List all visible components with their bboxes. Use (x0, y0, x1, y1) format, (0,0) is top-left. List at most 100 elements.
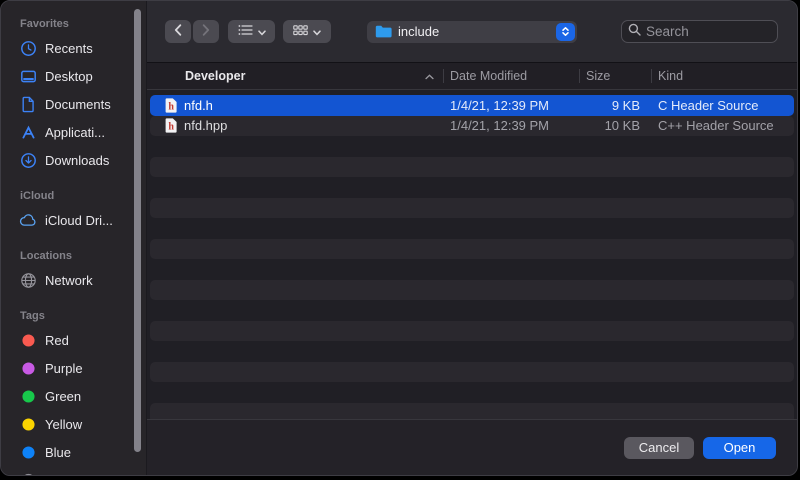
sidebar-item-network[interactable]: Network (1, 266, 146, 294)
file-date-modified: 1/4/21, 12:39 PM (443, 118, 579, 133)
empty-row (150, 403, 794, 420)
sidebar-section: Favorites Recents Desktop Documents Applicat… (1, 14, 146, 174)
sidebar: Favorites Recents Desktop Documents Applicat… (1, 1, 147, 475)
sidebar-item-green[interactable]: Green (1, 382, 146, 410)
folder-icon (374, 25, 392, 38)
empty-row (150, 157, 794, 178)
sidebar-item-label: Applicati... (45, 125, 105, 140)
empty-row (150, 259, 794, 280)
file-date-modified: 1/4/21, 12:39 PM (443, 98, 579, 113)
file-name-cell: h nfd.h (150, 98, 443, 113)
column-header-date-modified[interactable]: Date Modified (443, 63, 579, 89)
clock-icon (19, 40, 37, 57)
download-circle-icon (19, 152, 37, 169)
sidebar-section-title: Favorites (1, 14, 146, 34)
sidebar-item-downloads[interactable]: Downloads (1, 146, 146, 174)
appstore-icon (19, 124, 37, 141)
header-file-icon: h (165, 118, 177, 133)
sidebar-item-yellow[interactable]: Yellow (1, 410, 146, 438)
sidebar-item-label: iCloud Dri... (45, 213, 113, 228)
file-size: 9 KB (579, 98, 651, 113)
sidebar-scrollbar[interactable] (134, 9, 141, 452)
empty-row (150, 177, 794, 198)
empty-row (150, 341, 794, 362)
sidebar-item-label: Recents (45, 41, 93, 56)
empty-row (150, 280, 794, 301)
sidebar-item-label: Green (45, 389, 81, 404)
file-kind: C Header Source (651, 98, 794, 113)
list-view-button[interactable] (228, 20, 275, 43)
sidebar-item-label: Red (45, 333, 69, 348)
cancel-button[interactable]: Cancel (624, 437, 694, 459)
sidebar-item-label: Documents (45, 97, 111, 112)
toolbar: include (147, 1, 797, 63)
column-header-kind[interactable]: Kind (651, 63, 797, 89)
circle-outline-icon (19, 472, 37, 476)
sidebar-section-title: Locations (1, 246, 146, 266)
icon-view-button[interactable] (283, 20, 331, 43)
sidebar-section: Tags Red Purple Green Yellow Blue All Tags (1, 306, 146, 475)
sidebar-item-applicati[interactable]: Applicati... (1, 118, 146, 146)
sidebar-item-label: Blue (45, 445, 71, 460)
search-input[interactable] (646, 24, 777, 39)
sidebar-item-blue[interactable]: Blue (1, 438, 146, 466)
empty-row (150, 136, 794, 157)
chevron-left-icon (174, 24, 182, 39)
tag-dot-icon (19, 416, 37, 433)
column-header-size[interactable]: Size (579, 63, 651, 89)
back-button[interactable] (165, 20, 191, 43)
empty-row (150, 198, 794, 219)
column-label: Developer (185, 69, 245, 83)
sidebar-item-label: Downloads (45, 153, 109, 168)
file-row[interactable]: hnfd.hpp1/4/21, 12:39 PM10 KBC++ Header … (150, 116, 794, 137)
open-button[interactable]: Open (703, 437, 776, 459)
tag-dot-icon (19, 332, 37, 349)
sidebar-item-documents[interactable]: Documents (1, 90, 146, 118)
sidebar-item-icloud-dri[interactable]: iCloud Dri... (1, 206, 146, 234)
sidebar-item-desktop[interactable]: Desktop (1, 62, 146, 90)
empty-row (150, 362, 794, 383)
chevron-down-icon (313, 24, 321, 39)
file-name: nfd.h (184, 98, 213, 113)
column-header-name[interactable]: Developer (147, 63, 443, 89)
column-label: Size (586, 69, 610, 83)
globe-icon (19, 272, 37, 289)
empty-row (150, 218, 794, 239)
empty-row (150, 382, 794, 403)
sidebar-section-title: Tags (1, 306, 146, 326)
column-label: Date Modified (450, 69, 527, 83)
svg-text:h: h (168, 101, 174, 112)
stepper-icon (556, 23, 575, 41)
grid-view-icon (293, 24, 308, 39)
open-dialog: Favorites Recents Desktop Documents Applicat… (0, 0, 798, 476)
search-field[interactable] (621, 20, 778, 43)
footer: Cancel Open (147, 419, 797, 475)
svg-text:h: h (168, 122, 174, 133)
sidebar-item-label: Network (45, 273, 93, 288)
empty-row (150, 321, 794, 342)
empty-row (150, 239, 794, 260)
file-kind: C++ Header Source (651, 118, 794, 133)
sidebar-item-red[interactable]: Red (1, 326, 146, 354)
sidebar-item-purple[interactable]: Purple (1, 354, 146, 382)
cloud-icon (19, 214, 37, 227)
list-view-icon (238, 24, 253, 39)
sort-ascending-icon (425, 69, 434, 83)
tag-dot-icon (19, 444, 37, 461)
sidebar-item-recents[interactable]: Recents (1, 34, 146, 62)
sidebar-item-label: All Tags (45, 473, 90, 476)
file-size: 10 KB (579, 118, 651, 133)
forward-button[interactable] (193, 20, 219, 43)
desktop-icon (19, 68, 37, 85)
document-icon (19, 96, 37, 113)
sidebar-item-label: Yellow (45, 417, 82, 432)
file-list: h nfd.h 1/4/21, 12:39 PM9 KBC Header Sourc… (147, 90, 797, 419)
sidebar-item-all-tags[interactable]: All Tags (1, 466, 146, 475)
chevron-down-icon (258, 24, 266, 39)
column-headers: Developer Date Modified Size Kind (147, 63, 797, 90)
file-row[interactable]: h nfd.h 1/4/21, 12:39 PM9 KBC Header Sourc… (150, 95, 794, 116)
column-label: Kind (658, 69, 683, 83)
header-file-icon: h (165, 98, 177, 113)
folder-select[interactable]: include (367, 21, 577, 43)
sidebar-item-label: Desktop (45, 69, 93, 84)
